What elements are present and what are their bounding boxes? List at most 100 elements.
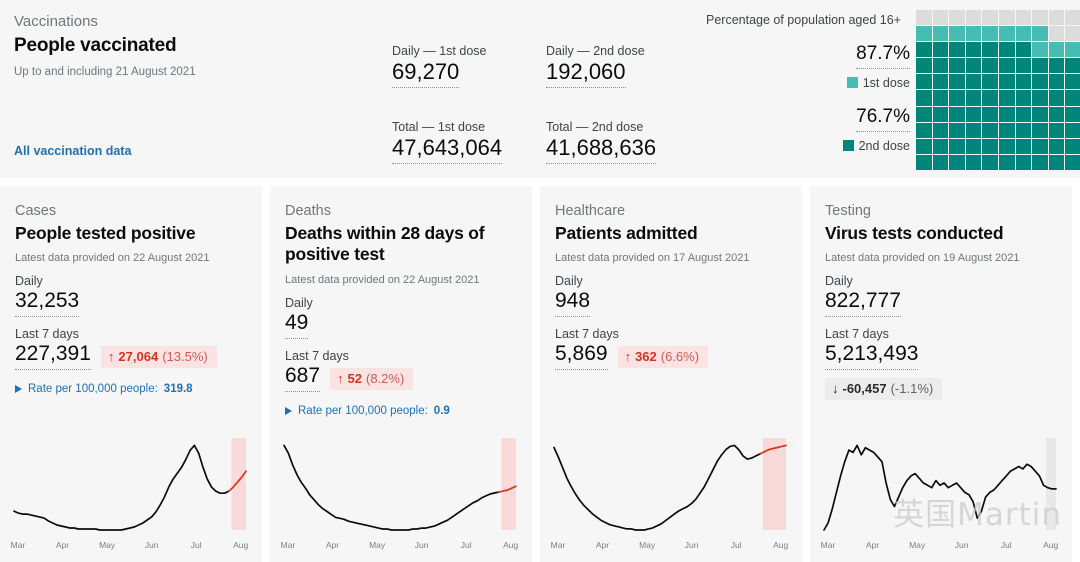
waffle-cell <box>932 26 949 42</box>
waffle-cell <box>916 138 932 154</box>
change-percent: (6.6%) <box>660 349 700 365</box>
metric-label: Total — 1st dose <box>392 120 486 134</box>
waffle-cell <box>1065 90 1080 106</box>
week-label: Last 7 days <box>285 348 349 363</box>
waffle-caption: Percentage of population aged 16+ <box>706 13 901 27</box>
all-vaccination-data-link[interactable]: All vaccination data <box>14 144 131 158</box>
svg-text:Aug: Aug <box>773 540 788 550</box>
waffle-cell <box>1032 90 1048 106</box>
week-value: 5,869 <box>555 342 608 371</box>
arrow-up-icon: ↑ <box>337 370 344 386</box>
waffle-cell <box>998 138 1015 154</box>
vaccinations-title: People vaccinated <box>14 34 177 56</box>
metric-total-first-dose: Total — 1st dose 47,643,064 <box>392 120 503 165</box>
waffle-cell <box>932 122 949 138</box>
svg-text:Jun: Jun <box>145 540 159 550</box>
vaccinations-panel: Vaccinations People vaccinated Up to and… <box>0 0 1080 178</box>
week-label: Last 7 days <box>555 327 619 342</box>
daily-stat: Daily 948 <box>555 274 790 318</box>
waffle-cell <box>982 122 998 138</box>
waffle-cell <box>982 106 998 122</box>
metric-label: Total — 2nd dose <box>546 120 644 134</box>
svg-text:Jul: Jul <box>1001 540 1012 550</box>
card-title: Patients admitted <box>555 222 698 243</box>
waffle-cell <box>1032 26 1048 42</box>
card-date: Latest data provided on 19 August 2021 <box>825 252 1020 265</box>
daily-value: 822,777 <box>825 289 901 318</box>
waffle-cell <box>949 90 965 106</box>
metric-daily-second-dose: Daily — 2nd dose 192,060 <box>546 44 645 89</box>
daily-value: 948 <box>555 289 591 318</box>
waffle-cell <box>1065 10 1080 26</box>
weekly-stat: Last 7 days 5,213,493 ↓ -60,457 (-1.1%) <box>825 327 1060 402</box>
sparkline-chart: Mar Apr May Jun Jul Aug <box>810 426 1072 562</box>
svg-text:May: May <box>909 540 926 550</box>
waffle-cell <box>1015 26 1032 42</box>
legend-spacer <box>790 90 910 107</box>
waffle-cell <box>965 122 982 138</box>
change-badge: ↓ -60,457 (-1.1%) <box>825 378 943 401</box>
metric-cards-row: Cases People tested positive Latest data p… <box>0 186 1080 562</box>
first-dose-label: 1st dose <box>862 75 910 90</box>
legend-second-dose: 2nd dose <box>790 139 910 153</box>
waffle-cell <box>949 10 965 26</box>
svg-text:Apr: Apr <box>56 540 69 550</box>
waffle-cell <box>1015 138 1032 154</box>
waffle-cell <box>965 106 982 122</box>
waffle-cell <box>1015 58 1032 74</box>
waffle-cell <box>932 154 949 170</box>
change-percent: (13.5%) <box>162 349 208 365</box>
waffle-cell <box>916 10 932 26</box>
waffle-cell <box>965 74 982 90</box>
rate-toggle[interactable]: Rate per 100,000 people: 0.9 <box>285 405 520 417</box>
change-badge: ↑ 27,064 (13.5%) <box>100 346 217 369</box>
expand-triangle-icon[interactable] <box>15 385 22 394</box>
metric-total-second-dose: Total — 2nd dose 41,688,636 <box>546 120 657 165</box>
arrow-up-icon: ↑ <box>107 349 115 365</box>
waffle-cell <box>1048 106 1065 122</box>
metric-daily-first-dose: Daily — 1st dose 69,270 <box>392 44 486 89</box>
waffle-cell <box>982 138 998 154</box>
covid-dashboard: Vaccinations People vaccinated Up to and… <box>0 0 1080 562</box>
sparkline-chart: Mar Apr May Jun Jul Aug <box>540 426 802 562</box>
waffle-cell <box>1048 90 1065 106</box>
legend-first-dose: 1st dose <box>790 76 910 90</box>
waffle-cell <box>1065 58 1080 74</box>
metric-value: 192,060 <box>546 59 626 89</box>
weekly-stat: Last 7 days 5,869 ↑ 362 (6.6%) <box>555 327 790 371</box>
second-dose-swatch-icon <box>842 140 854 152</box>
sparkline-chart: Mar Apr May Jun Jul Aug <box>0 426 262 562</box>
vaccinations-category: Vaccinations <box>14 13 98 30</box>
week-value: 227,391 <box>15 342 91 371</box>
waffle-legend: 87.7% 1st dose 76.7% 2nd dose <box>790 43 910 153</box>
card-title: Deaths within 28 days of positive test <box>285 222 485 265</box>
waffle-cell <box>965 58 982 74</box>
waffle-cell <box>1015 90 1032 106</box>
waffle-cell <box>1015 10 1032 26</box>
waffle-cell <box>998 26 1015 42</box>
vaccinations-date: Up to and including 21 August 2021 <box>14 66 196 79</box>
waffle-cell <box>1015 154 1032 170</box>
expand-triangle-icon[interactable] <box>285 406 292 415</box>
metric-label: Daily — 2nd dose <box>546 44 645 58</box>
arrow-up-icon: ↑ <box>624 349 632 365</box>
waffle-cell <box>1048 138 1065 154</box>
svg-text:Jun: Jun <box>415 540 429 550</box>
waffle-cell <box>998 42 1015 58</box>
rate-label: Rate per 100,000 people: <box>28 383 158 396</box>
waffle-cell <box>932 74 949 90</box>
svg-text:Mar: Mar <box>281 540 296 550</box>
sparkline-chart: Mar Apr May Jun Jul Aug <box>270 426 532 562</box>
waffle-cell <box>1032 42 1048 58</box>
rate-toggle[interactable]: Rate per 100,000 people: 319.8 <box>15 383 250 395</box>
week-value: 687 <box>285 364 321 392</box>
change-badge: ↑ 52 (8.2%) <box>330 367 414 390</box>
change-value: 27,064 <box>118 349 159 365</box>
svg-text:Apr: Apr <box>596 540 609 550</box>
waffle-cell <box>998 106 1015 122</box>
waffle-cell <box>916 74 932 90</box>
daily-label: Daily <box>285 295 313 310</box>
waffle-cell <box>1048 122 1065 138</box>
waffle-cell <box>949 138 965 154</box>
waffle-cell <box>949 154 965 170</box>
